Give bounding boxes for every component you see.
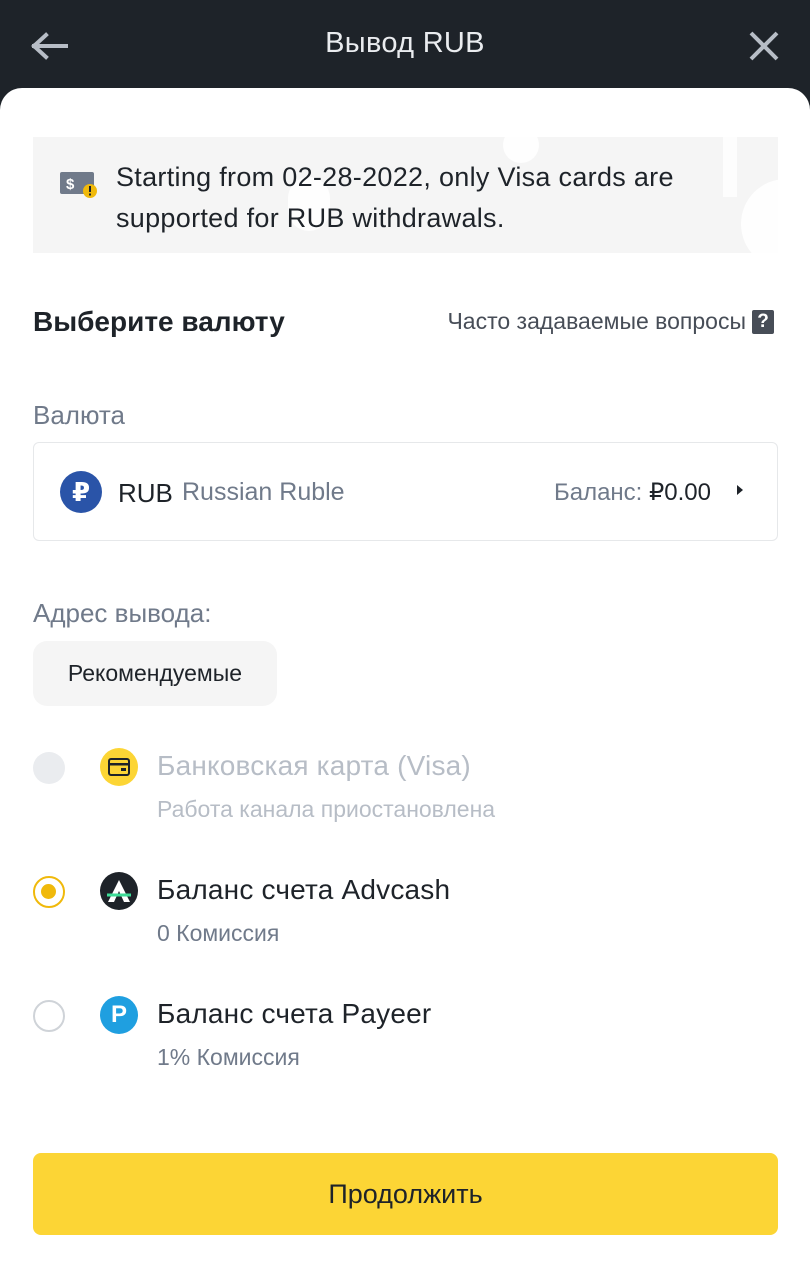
svg-text:$: $ <box>66 176 75 193</box>
page-title: Вывод RUB <box>325 27 485 59</box>
notice-text: Starting from 02-28-2022, only Visa card… <box>116 162 674 233</box>
option-advcash[interactable]: Баланс счета Advcash 0 Комиссия <box>33 872 778 972</box>
close-icon <box>749 31 779 61</box>
question-icon: ? <box>752 309 774 334</box>
balance: Баланс: ₽0.00 <box>554 478 711 507</box>
balance-label: Баланс: <box>553 479 643 506</box>
radio-button[interactable] <box>33 1000 65 1032</box>
ruble-coin-icon: ₽ <box>60 471 102 513</box>
currency-name: Russian Ruble <box>182 478 345 506</box>
currency-code: RUB <box>118 478 173 508</box>
select-currency-heading: Выберите валюту <box>33 306 285 337</box>
radio-button-selected[interactable] <box>33 876 65 908</box>
currency-selector[interactable]: ₽ RUB Russian Ruble Баланс: ₽0.00 <box>33 442 778 541</box>
option-title: Баланс счета Payeer <box>157 998 432 1029</box>
recommended-chip[interactable]: Рекомендуемые <box>33 641 277 706</box>
bank-card-icon <box>100 748 138 786</box>
option-bank-card[interactable]: Банковская карта (Visa) Работа канала пр… <box>33 748 778 848</box>
faq-link[interactable]: Часто задаваемые вопросы ? <box>447 308 774 335</box>
option-title: Баланс счета Advcash <box>157 874 451 905</box>
caret-right-icon <box>737 485 743 495</box>
close-button[interactable] <box>740 24 788 68</box>
option-title: Банковская карта (Visa) <box>157 750 471 781</box>
advcash-icon <box>100 872 138 910</box>
notice-banner: $ Starting from 02-28-2022, only Visa ca… <box>33 137 778 253</box>
top-bar: Вывод RUB <box>0 0 810 88</box>
balance-value: ₽0.00 <box>649 479 711 506</box>
option-subtitle: Работа канала приостановлена <box>157 796 496 822</box>
dollar-card-warning-icon: $ <box>60 172 97 198</box>
content-sheet: $ Starting from 02-28-2022, only Visa ca… <box>0 88 810 1280</box>
payeer-icon: P <box>100 996 138 1034</box>
continue-button[interactable]: Продолжить <box>33 1153 778 1235</box>
option-subtitle: 0 Комиссия <box>157 920 280 946</box>
faq-label: Часто задаваемые вопросы <box>447 308 746 334</box>
radio-button[interactable] <box>33 752 65 784</box>
option-subtitle: 1% Комиссия <box>157 1044 300 1070</box>
option-payeer[interactable]: P Баланс счета Payeer 1% Комиссия <box>33 996 778 1096</box>
currency-label: Валюта <box>33 400 125 430</box>
withdraw-address-label: Адрес вывода: <box>33 598 212 628</box>
